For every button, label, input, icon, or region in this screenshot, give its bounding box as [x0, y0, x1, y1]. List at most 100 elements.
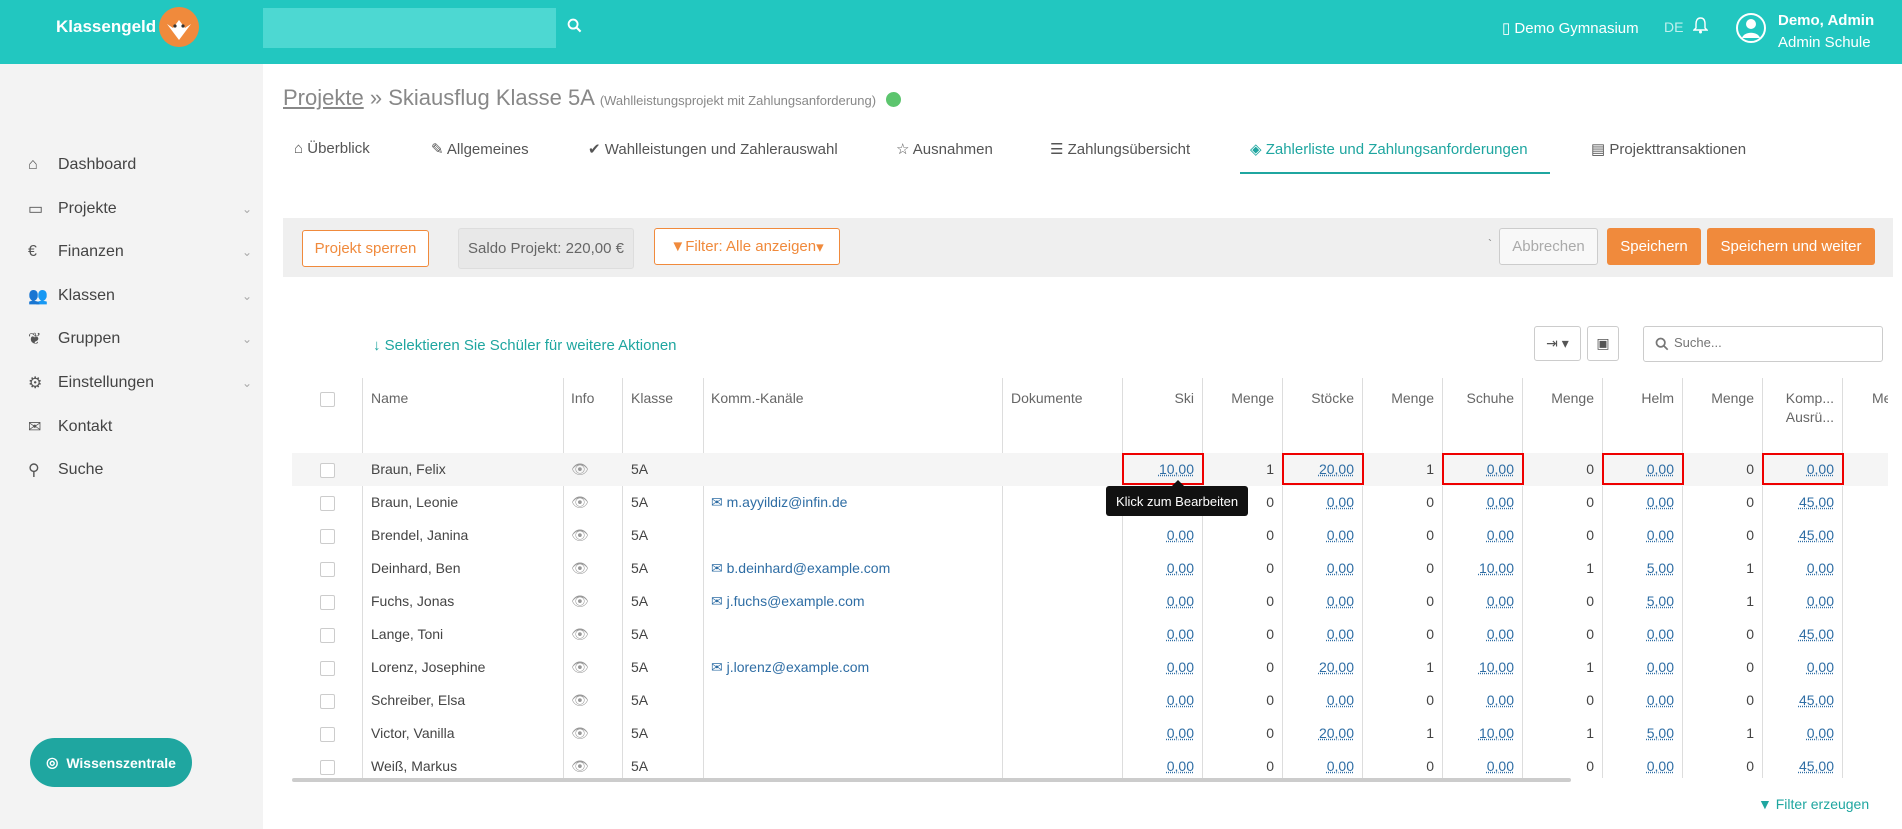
- column-header[interactable]: Ausrü...: [1762, 409, 1834, 425]
- price-cell[interactable]: 0,00: [1282, 626, 1354, 642]
- price-cell[interactable]: 0,00: [1442, 758, 1514, 774]
- price-cell[interactable]: 0,00: [1282, 758, 1354, 774]
- email-link[interactable]: ✉ b.deinhard@example.com: [711, 560, 890, 577]
- row-checkbox[interactable]: [320, 595, 335, 610]
- table-search[interactable]: [1643, 326, 1883, 362]
- row-checkbox[interactable]: [320, 562, 335, 577]
- tab-zahlungsuebersicht[interactable]: ☰ Zahlungsübersicht: [1050, 140, 1198, 174]
- select-all-checkbox[interactable]: [320, 392, 335, 407]
- table-search-input[interactable]: [1674, 335, 1874, 350]
- eye-icon[interactable]: 👁: [571, 758, 589, 775]
- price-cell[interactable]: 10,00: [1442, 725, 1514, 741]
- sidebar-item-projekte[interactable]: ▭ Projekte ⌄: [28, 195, 252, 223]
- columns-toggle-button[interactable]: ▣: [1587, 326, 1619, 361]
- column-header[interactable]: Dokumente: [1011, 390, 1083, 406]
- column-header[interactable]: Name: [371, 390, 408, 406]
- breadcrumb-projekte-link[interactable]: Projekte: [283, 85, 364, 110]
- column-header[interactable]: Me: [1872, 390, 1888, 406]
- price-cell[interactable]: 0,00: [1442, 593, 1514, 609]
- price-cell[interactable]: 0,00: [1442, 527, 1514, 543]
- price-cell[interactable]: 45,00: [1762, 527, 1834, 543]
- price-cell[interactable]: 0,00: [1122, 527, 1194, 543]
- select-students-hint[interactable]: ↓ Selektieren Sie Schüler für weitere Ak…: [373, 337, 677, 354]
- tab-allgemeines[interactable]: ✎ Allgemeines: [431, 140, 549, 174]
- lock-project-button[interactable]: Projekt sperren: [302, 230, 429, 267]
- tab-ueberblick[interactable]: ⌂ Überblick: [294, 140, 386, 174]
- column-header[interactable]: Helm: [1602, 390, 1674, 406]
- eye-icon[interactable]: 👁: [571, 527, 589, 544]
- price-cell[interactable]: 5,00: [1602, 593, 1674, 609]
- bell-icon[interactable]: [1693, 17, 1708, 34]
- create-filter-link[interactable]: ▼ Filter erzeugen: [1758, 796, 1869, 812]
- price-cell[interactable]: 0,00: [1762, 560, 1834, 576]
- price-cell[interactable]: 0,00: [1442, 494, 1514, 510]
- avatar[interactable]: [1735, 12, 1767, 44]
- price-cell[interactable]: 45,00: [1762, 626, 1834, 642]
- column-header[interactable]: Menge: [1682, 390, 1754, 406]
- row-checkbox[interactable]: [320, 760, 335, 775]
- price-cell[interactable]: 0,00: [1282, 692, 1354, 708]
- save-button[interactable]: Speichern: [1607, 228, 1701, 265]
- sidebar-item-gruppen[interactable]: ❦ Gruppen ⌄: [28, 325, 252, 353]
- column-header[interactable]: Menge: [1362, 390, 1434, 406]
- price-cell[interactable]: 5,00: [1602, 725, 1674, 741]
- column-header[interactable]: Klasse: [631, 390, 673, 406]
- knowledge-center-button[interactable]: ◎ Wissenszentrale: [30, 738, 192, 787]
- price-cell[interactable]: 0,00: [1602, 626, 1674, 642]
- price-cell[interactable]: 0,00: [1122, 593, 1194, 609]
- price-cell[interactable]: 0,00: [1602, 659, 1674, 675]
- price-cell[interactable]: 0,00: [1122, 659, 1194, 675]
- price-cell[interactable]: 0,00: [1122, 725, 1194, 741]
- user-name[interactable]: Demo, Admin: [1778, 12, 1874, 29]
- row-checkbox[interactable]: [320, 628, 335, 643]
- price-cell[interactable]: 0,00: [1282, 593, 1354, 609]
- column-header[interactable]: Menge: [1522, 390, 1594, 406]
- search-icon[interactable]: [567, 18, 582, 33]
- price-cell[interactable]: 0,00: [1602, 692, 1674, 708]
- price-cell[interactable]: 0,00: [1762, 659, 1834, 675]
- row-checkbox[interactable]: [320, 694, 335, 709]
- price-cell[interactable]: 0,00: [1122, 626, 1194, 642]
- price-cell[interactable]: 20,00: [1282, 725, 1354, 741]
- email-link[interactable]: ✉ j.fuchs@example.com: [711, 593, 865, 610]
- row-checkbox[interactable]: [320, 661, 335, 676]
- export-dropdown-button[interactable]: ⇥ ▾: [1534, 326, 1581, 361]
- column-header[interactable]: Stöcke: [1282, 390, 1354, 406]
- horizontal-scrollbar[interactable]: [292, 778, 1571, 782]
- price-cell[interactable]: 0,00: [1602, 758, 1674, 774]
- price-cell[interactable]: 20,00: [1282, 659, 1354, 675]
- tab-wahlleistungen[interactable]: ✔ Wahlleistungen und Zahlerauswahl: [588, 140, 844, 174]
- price-cell[interactable]: 0,00: [1122, 758, 1194, 774]
- eye-icon[interactable]: 👁: [571, 659, 589, 676]
- save-and-continue-button[interactable]: Speichern und weiter: [1707, 228, 1875, 265]
- tab-ausnahmen[interactable]: ☆ Ausnahmen: [896, 140, 1006, 174]
- price-cell[interactable]: 0,00: [1122, 560, 1194, 576]
- price-cell[interactable]: 0,00: [1762, 593, 1834, 609]
- sidebar-item-finanzen[interactable]: € Finanzen ⌄: [28, 238, 252, 266]
- tab-zahlerliste[interactable]: ◈ Zahlerliste und Zahlungsanforderungen: [1240, 140, 1550, 174]
- eye-icon[interactable]: 👁: [571, 725, 589, 742]
- price-cell[interactable]: 0,00: [1602, 527, 1674, 543]
- column-header[interactable]: Komm.-Kanäle: [711, 390, 804, 406]
- price-cell[interactable]: 10,00: [1442, 659, 1514, 675]
- price-cell[interactable]: 0,00: [1602, 494, 1674, 510]
- price-cell[interactable]: 0,00: [1282, 494, 1354, 510]
- language-switch[interactable]: DE: [1664, 19, 1683, 35]
- row-checkbox[interactable]: [320, 529, 335, 544]
- cancel-button[interactable]: Abbrechen: [1499, 228, 1598, 265]
- price-cell[interactable]: 0,00: [1122, 692, 1194, 708]
- sidebar-item-klassen[interactable]: 👥 Klassen ⌄: [28, 282, 252, 310]
- row-checkbox[interactable]: [320, 727, 335, 742]
- price-cell[interactable]: 45,00: [1762, 494, 1834, 510]
- column-header[interactable]: Menge: [1202, 390, 1274, 406]
- price-cell[interactable]: 0,00: [1282, 560, 1354, 576]
- column-header[interactable]: Info: [571, 390, 594, 406]
- eye-icon[interactable]: 👁: [571, 593, 589, 610]
- column-header[interactable]: Schuhe: [1442, 390, 1514, 406]
- price-cell[interactable]: 0,00: [1282, 527, 1354, 543]
- app-logo[interactable]: Klassengeld: [56, 17, 156, 37]
- email-link[interactable]: ✉ m.ayyildiz@infin.de: [711, 494, 847, 511]
- column-header[interactable]: Ski: [1122, 390, 1194, 406]
- column-header[interactable]: Komp...: [1762, 390, 1834, 406]
- price-cell[interactable]: 0,00: [1762, 725, 1834, 741]
